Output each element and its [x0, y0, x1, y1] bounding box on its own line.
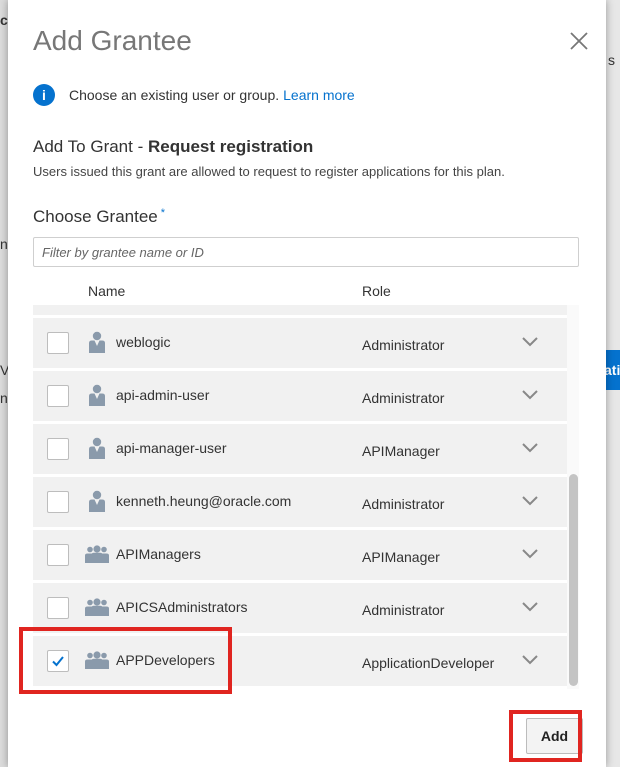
chevron-down-icon[interactable] — [521, 600, 539, 618]
grantee-role: Administrator — [362, 602, 445, 618]
grantee-role: APIManager — [362, 443, 440, 459]
grantee-name: api-admin-user — [116, 387, 210, 403]
table-row[interactable]: APIManagers APIManager — [33, 530, 567, 583]
close-icon — [566, 28, 592, 54]
learn-more-link[interactable]: Learn more — [283, 87, 355, 103]
highlight-box-selected-row — [19, 627, 232, 694]
grantee-name: weblogic — [116, 334, 171, 350]
row-checkbox[interactable] — [47, 597, 69, 619]
table-row-partial — [33, 305, 567, 318]
grantee-role: APIManager — [362, 549, 440, 565]
chevron-down-icon[interactable] — [521, 494, 539, 512]
grantee-name: kenneth.heung@oracle.com — [116, 493, 292, 509]
row-checkbox[interactable] — [47, 332, 69, 354]
chevron-down-icon[interactable] — [521, 388, 539, 406]
background-text: n — [0, 390, 8, 406]
grant-heading: Add To Grant - Request registration — [33, 137, 313, 157]
grantee-role: Administrator — [362, 390, 445, 406]
chevron-down-icon[interactable] — [521, 547, 539, 565]
row-checkbox[interactable] — [47, 544, 69, 566]
row-checkbox[interactable] — [47, 385, 69, 407]
user-icon — [89, 331, 105, 358]
grantee-name: api-manager-user — [116, 440, 227, 456]
grant-heading-prefix: Add To Grant - — [33, 137, 148, 156]
row-checkbox[interactable] — [47, 438, 69, 460]
choose-grantee-text: Choose Grantee — [33, 207, 158, 226]
choose-grantee-label: Choose Grantee * — [33, 207, 165, 227]
table-row[interactable]: weblogic Administrator — [33, 318, 567, 371]
highlight-box-add-button — [509, 710, 582, 762]
grantee-filter-input[interactable] — [33, 237, 579, 267]
group-icon — [85, 598, 109, 621]
chevron-down-icon[interactable] — [521, 335, 539, 353]
info-icon: i — [33, 84, 55, 106]
table-row[interactable]: api-admin-user Administrator — [33, 371, 567, 424]
grantee-name: APIManagers — [116, 546, 201, 562]
scrollbar-thumb[interactable] — [569, 474, 578, 686]
grant-description: Users issued this grant are allowed to r… — [33, 164, 505, 179]
table-row[interactable]: kenneth.heung@oracle.com Administrator — [33, 477, 567, 530]
group-icon — [85, 545, 109, 568]
user-icon — [89, 490, 105, 517]
required-indicator: * — [160, 207, 166, 219]
user-icon — [89, 384, 105, 411]
row-checkbox[interactable] — [47, 491, 69, 513]
info-message: i Choose an existing user or group. Lear… — [33, 84, 355, 106]
column-header-name: Name — [88, 283, 126, 299]
dialog-title: Add Grantee — [33, 25, 192, 56]
close-button[interactable] — [566, 28, 592, 54]
info-text: Choose an existing user or group. — [69, 87, 280, 103]
column-header-role: Role — [362, 283, 391, 299]
background-action-button: atio — [604, 350, 620, 390]
grantee-role: Administrator — [362, 337, 445, 353]
grantee-name: APICSAdministrators — [116, 599, 248, 615]
table-row[interactable]: api-manager-user APIManager — [33, 424, 567, 477]
chevron-down-icon[interactable] — [521, 441, 539, 459]
grantee-role: Administrator — [362, 496, 445, 512]
user-icon — [89, 437, 105, 464]
background-page-left — [0, 0, 8, 767]
grantee-role: ApplicationDeveloper — [362, 655, 495, 671]
background-text: s — [608, 52, 615, 68]
grant-name: Request registration — [147, 137, 314, 156]
chevron-down-icon[interactable] — [521, 653, 539, 671]
background-text: n — [0, 236, 8, 252]
